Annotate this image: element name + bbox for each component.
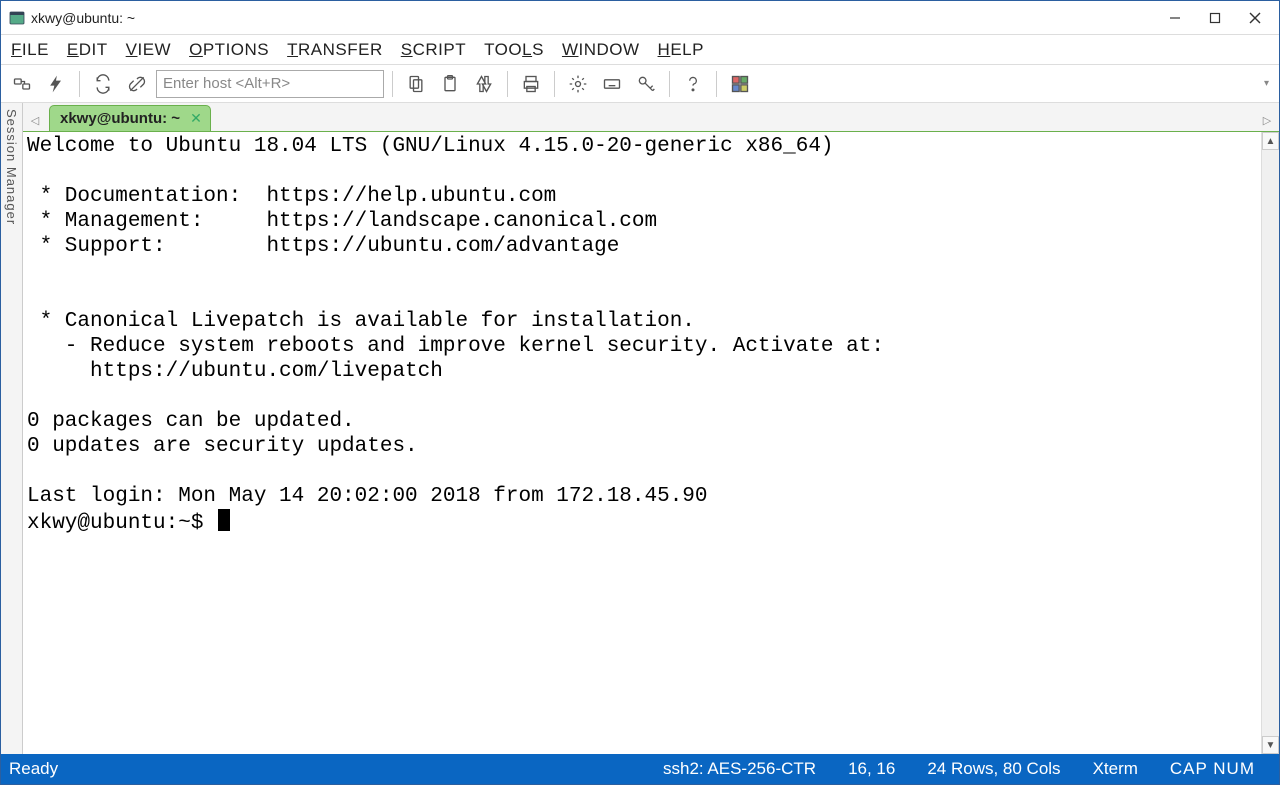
status-connection: ssh2: AES-256-CTR	[647, 759, 832, 779]
close-button[interactable]	[1235, 4, 1275, 32]
status-size: 24 Rows, 80 Cols	[911, 759, 1076, 779]
menu-edit[interactable]: EDIT	[67, 40, 108, 60]
maximize-button[interactable]	[1195, 4, 1235, 32]
reconnect-button[interactable]	[88, 69, 118, 99]
session-manager-panel-handle[interactable]: Session Manager	[1, 103, 23, 754]
paste-button[interactable]	[435, 69, 465, 99]
tab-label: xkwy@ubuntu: ~	[60, 110, 180, 127]
menu-help[interactable]: HELP	[658, 40, 704, 60]
key-button[interactable]	[631, 69, 661, 99]
menu-script[interactable]: SCRIPT	[401, 40, 466, 60]
tab-scroll-left[interactable]: ◁	[27, 109, 43, 131]
quick-connect-button[interactable]	[41, 69, 71, 99]
tab-scroll-right[interactable]: ▷	[1259, 109, 1275, 131]
vertical-scrollbar[interactable]: ▲ ▼	[1261, 132, 1279, 754]
scroll-track[interactable]	[1262, 150, 1279, 736]
scroll-down-icon[interactable]: ▼	[1262, 736, 1279, 754]
minimize-button[interactable]	[1155, 4, 1195, 32]
host-input[interactable]	[156, 70, 384, 98]
terminal-output[interactable]: Welcome to Ubuntu 18.04 LTS (GNU/Linux 4…	[23, 132, 1261, 754]
menubar: FILE EDIT VIEW OPTIONS TRANSFER SCRIPT T…	[1, 35, 1279, 65]
menu-tools[interactable]: TOOLS	[484, 40, 544, 60]
tabstrip: ◁ xkwy@ubuntu: ~ ✕ ▷	[23, 103, 1279, 131]
session-tab[interactable]: xkwy@ubuntu: ~ ✕	[49, 105, 211, 131]
toolbar-separator	[716, 71, 717, 97]
menu-window[interactable]: WINDOW	[562, 40, 640, 60]
toolbar: ▾	[1, 65, 1279, 103]
scroll-up-icon[interactable]: ▲	[1262, 132, 1279, 150]
toolbar-separator	[392, 71, 393, 97]
copy-button[interactable]	[401, 69, 431, 99]
status-term-type: Xterm	[1077, 759, 1154, 779]
tile-button[interactable]	[725, 69, 755, 99]
keyboard-button[interactable]	[597, 69, 627, 99]
window-title: xkwy@ubuntu: ~	[31, 10, 135, 26]
toolbar-separator	[669, 71, 670, 97]
app-icon	[9, 10, 25, 26]
disconnect-button[interactable]	[122, 69, 152, 99]
session-manager-label: Session Manager	[4, 109, 19, 225]
options-button[interactable]	[563, 69, 593, 99]
status-cursor-position: 16, 16	[832, 759, 911, 779]
find-button[interactable]	[469, 69, 499, 99]
menu-transfer[interactable]: TRANSFER	[287, 40, 383, 60]
terminal-cursor	[218, 509, 230, 531]
help-button[interactable]	[678, 69, 708, 99]
titlebar: xkwy@ubuntu: ~	[1, 1, 1279, 35]
menu-file[interactable]: FILE	[11, 40, 49, 60]
print-button[interactable]	[516, 69, 546, 99]
status-ready: Ready	[9, 759, 74, 779]
toolbar-separator	[79, 71, 80, 97]
status-caps-num: CAP NUM	[1154, 759, 1271, 779]
tab-close-icon[interactable]: ✕	[190, 110, 202, 127]
statusbar: Ready ssh2: AES-256-CTR 16, 16 24 Rows, …	[1, 754, 1279, 784]
session-manager-button[interactable]	[7, 69, 37, 99]
menu-options[interactable]: OPTIONS	[189, 40, 269, 60]
toolbar-separator	[507, 71, 508, 97]
toolbar-separator	[554, 71, 555, 97]
menu-view[interactable]: VIEW	[126, 40, 171, 60]
toolbar-chevron-icon[interactable]: ▾	[1264, 78, 1273, 89]
